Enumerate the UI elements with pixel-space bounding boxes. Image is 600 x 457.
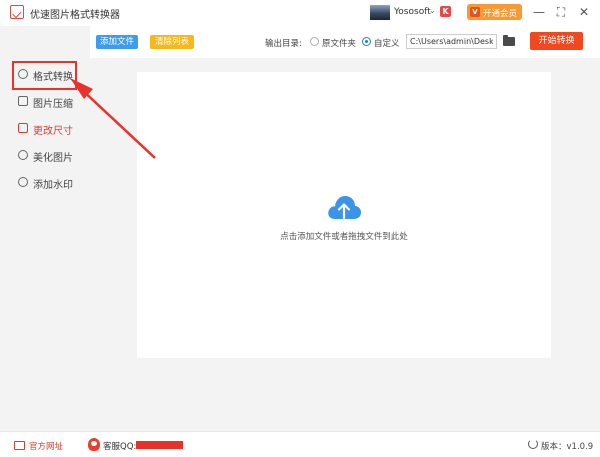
official-site-link[interactable]: 官方网址	[29, 440, 63, 452]
close-button[interactable]: ✕	[576, 4, 592, 20]
radio-custom-folder-label[interactable]: 自定义	[374, 37, 400, 49]
refresh-icon[interactable]	[528, 439, 538, 449]
redacted-qq-number	[136, 441, 183, 449]
sidebar-item-label: 更改尺寸	[33, 126, 73, 137]
status-bar: 官方网址 客服QQ: 版本：v1.0.9	[0, 431, 600, 457]
radio-original-folder[interactable]	[310, 37, 319, 46]
sidebar-item-label: 美化图片	[33, 153, 73, 164]
folder-icon[interactable]	[503, 35, 515, 46]
resize-icon	[18, 123, 28, 133]
support-qq-label[interactable]: 客服QQ:	[103, 440, 136, 452]
radio-custom-folder[interactable]	[362, 37, 371, 46]
minimize-button[interactable]: —	[531, 4, 547, 20]
compress-icon	[18, 96, 28, 106]
website-icon	[14, 441, 25, 450]
maximize-button[interactable]: ⛶	[553, 4, 569, 20]
sidebar-item-label: 图片压缩	[33, 99, 73, 110]
drop-hint-text: 点击添加文件或者拖拽文件到此处	[280, 232, 408, 242]
chevron-down-icon[interactable]: ⌄	[429, 6, 436, 15]
vip-level-badge: K	[440, 6, 451, 17]
cloud-upload-icon[interactable]	[326, 193, 362, 223]
app-logo-icon	[10, 5, 24, 19]
qq-support-icon	[88, 438, 100, 451]
sidebar-item-label: 添加水印	[33, 180, 73, 191]
radio-original-folder-label[interactable]: 原文件夹	[322, 37, 356, 49]
watermark-icon	[18, 177, 28, 187]
version-label: 版本：v1.0.9	[541, 442, 594, 452]
add-files-button[interactable]: 添加文件	[96, 35, 138, 49]
user-avatar[interactable]	[370, 5, 390, 20]
title-bar: 优速图片格式转换器 Yososoft ⌄ K V 开通会员 — ⛶ ✕	[0, 0, 600, 26]
clear-list-button[interactable]: 清除列表	[150, 35, 194, 49]
open-vip-label: 开通会员	[483, 9, 518, 19]
vip-icon: V	[470, 7, 480, 17]
beautify-icon	[18, 150, 28, 160]
user-name[interactable]: Yososoft	[394, 7, 431, 17]
start-convert-button[interactable]: 开始转换	[530, 32, 583, 50]
app-title: 优速图片格式转换器	[30, 10, 120, 21]
annotation-highlight-box	[12, 61, 77, 90]
open-vip-button[interactable]: V 开通会员	[467, 4, 522, 20]
output-dir-label: 输出目录:	[265, 39, 302, 49]
output-path-input[interactable]	[406, 34, 497, 49]
